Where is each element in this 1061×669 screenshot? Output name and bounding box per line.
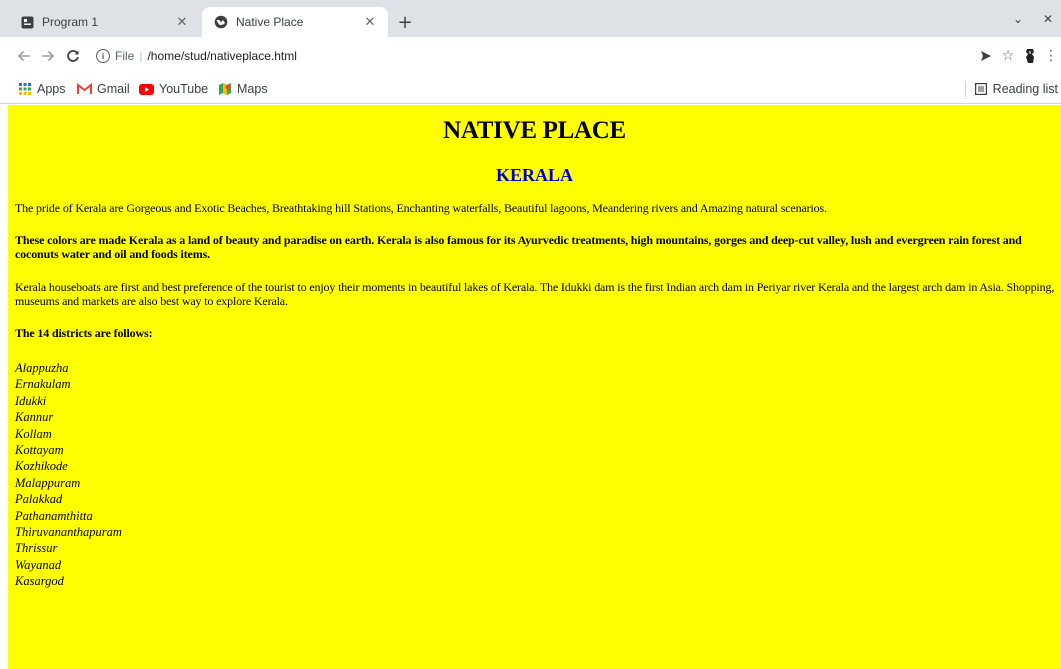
apps-grid-icon [18, 82, 32, 96]
close-tab-icon[interactable]: ✕ [362, 14, 378, 30]
bookmark-label: Maps [237, 82, 268, 96]
list-item: Alappuzha [15, 361, 69, 375]
bookmark-gmail[interactable]: Gmail [77, 81, 130, 97]
list-item: Kasargod [15, 574, 64, 589]
paragraph-paradise: These colors are made Kerala as a land o… [15, 233, 1022, 261]
paragraph-houseboats: Kerala houseboats are first and best pre… [15, 280, 1055, 308]
list-item: Idukki [15, 393, 47, 408]
gmail-icon [77, 83, 92, 95]
bookmark-label: YouTube [159, 82, 209, 96]
maps-icon [218, 82, 232, 96]
back-arrow-icon[interactable] [14, 46, 34, 66]
bookmark-youtube[interactable]: YouTube [139, 81, 208, 97]
page-content: NATIVE PLACE KERALA The pride of Kerala … [8, 105, 1061, 669]
extension-icon[interactable] [1020, 46, 1040, 66]
bookmark-star-icon[interactable]: ☆ [998, 46, 1018, 66]
close-tab-icon[interactable]: ✕ [174, 14, 190, 30]
districts-heading: The 14 districts are follows: [15, 326, 153, 340]
list-item: Kannur [15, 410, 54, 425]
list-item: Wayanad [15, 557, 62, 572]
list-item: Pathanamthitta [15, 508, 93, 523]
list-item: Thiruvananthapuram [15, 525, 122, 540]
tab-program-1[interactable]: Program 1 ✕ [8, 7, 200, 37]
paragraph-beaches: The pride of Kerala are Gorgeous and Exo… [15, 201, 827, 215]
menu-kebab-icon[interactable]: ⋮ [1041, 46, 1061, 66]
list-item: Kozhikode [15, 459, 68, 474]
divider [964, 81, 966, 97]
reading-list-button[interactable]: Reading list [964, 81, 1058, 97]
page-icon [20, 15, 34, 29]
send-icon[interactable] [976, 46, 996, 66]
reading-list-icon [974, 83, 987, 95]
bookmark-apps[interactable]: Apps [18, 81, 66, 97]
tab-title: Native Place [236, 15, 304, 29]
address-separator: | [139, 49, 143, 63]
list-item: Thrissur [15, 541, 58, 556]
forward-arrow-icon[interactable] [38, 46, 58, 66]
new-tab-button[interactable]: + [394, 11, 416, 33]
address-scheme: File [115, 49, 135, 63]
list-item: Malappuram [15, 475, 81, 490]
reading-list-label: Reading list [992, 82, 1058, 96]
tab-strip: Program 1 ✕ Native Place ✕ + ⌄ ✕ [0, 0, 1061, 37]
list-item: Kottayam [15, 443, 64, 458]
youtube-icon [139, 83, 154, 95]
tab-native-place[interactable]: Native Place ✕ [202, 7, 388, 37]
page-heading: NATIVE PLACE [443, 117, 626, 144]
list-item: Ernakulam [15, 377, 71, 392]
bookmark-label: Gmail [97, 82, 130, 96]
list-item: Palakkad [15, 492, 63, 507]
address-bar[interactable]: i File | /home/stud/nativeplace.html [96, 45, 297, 67]
bookmark-label: Apps [37, 82, 66, 96]
tab-search-icon[interactable]: ⌄ [1013, 12, 1023, 26]
window-close-icon[interactable]: ✕ [1043, 12, 1053, 26]
districts-list: Alappuzha Ernakulam Idukki Kannur Kollam… [8, 360, 1061, 590]
info-icon[interactable]: i [96, 49, 110, 63]
page-subheading: KERALA [495, 165, 573, 185]
toolbar: i File | /home/stud/nativeplace.html ☆ ⋮ [0, 37, 1061, 75]
address-path: /home/stud/nativeplace.html [147, 49, 297, 63]
bookmarks-bar: Apps Gmail YouTube Maps Reading list [0, 75, 1061, 104]
reload-icon[interactable] [63, 46, 83, 66]
tab-title: Program 1 [42, 15, 99, 29]
globe-icon [214, 15, 228, 29]
bookmark-maps[interactable]: Maps [218, 81, 268, 97]
list-item: Kollam [15, 426, 52, 441]
